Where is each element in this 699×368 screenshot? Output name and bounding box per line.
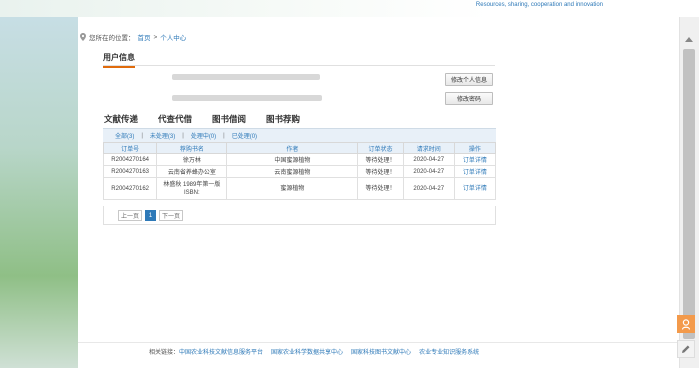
- footer-label-text: 相关链接：: [149, 350, 180, 356]
- column-header-action: 操作: [453, 142, 497, 154]
- person-icon: [681, 318, 691, 330]
- column-header-time: 请求时间: [402, 142, 455, 154]
- pencil-icon: [682, 345, 690, 353]
- footer-divider: [78, 342, 679, 343]
- order-number: R2004270163: [102, 165, 158, 178]
- table-row: R2004270162 林盛秋 1989年第一版 ISBN: 蜜源植物 等待处理…: [102, 177, 497, 200]
- breadcrumb-separator: >: [153, 33, 158, 41]
- orders-table: 订单号 荐购书名 作者 订单状态 请求时间 操作 R2004270164 徐万林…: [102, 142, 497, 200]
- pagination: 上一页 1 下一页: [103, 206, 496, 225]
- book-title: 云南省养蜂办公室: [156, 165, 228, 178]
- filter-separator: |: [223, 132, 225, 139]
- next-page-button[interactable]: 下一页: [159, 210, 183, 221]
- request-time: 2020-04-27: [402, 153, 455, 166]
- order-detail-link[interactable]: 订单详情: [453, 165, 497, 178]
- background-left: [0, 0, 78, 368]
- filter-processed[interactable]: 已处理(0): [232, 131, 257, 140]
- order-status: 等待处理！: [357, 177, 404, 200]
- order-detail-link[interactable]: 订单详情: [453, 153, 497, 166]
- book-author: 蜜源植物: [226, 177, 359, 200]
- breadcrumb: 您所在的位置： 首页 > 个人中心: [80, 32, 186, 42]
- redacted-user-field: [172, 95, 322, 101]
- request-time: 2020-04-27: [402, 165, 455, 178]
- contact-float-button[interactable]: [677, 315, 695, 333]
- column-header-title: 荐购书名: [156, 142, 228, 154]
- top-banner: Resources, sharing, cooperation and inno…: [0, 0, 699, 17]
- change-password-button[interactable]: 修改密码: [445, 92, 493, 105]
- footer-label: 相关链接：中国农业科技文献信息服务平台: [149, 347, 263, 356]
- column-header-order: 订单号: [102, 142, 158, 154]
- scroll-up-arrow-icon[interactable]: [685, 37, 693, 42]
- order-status: 等待处理！: [357, 153, 404, 166]
- order-number: R2004270164: [102, 153, 158, 166]
- breadcrumb-current[interactable]: 个人中心: [160, 32, 186, 42]
- prev-page-button[interactable]: 上一页: [118, 210, 142, 221]
- user-info-divider: [103, 65, 495, 66]
- filter-processing[interactable]: 处理中(0): [191, 131, 216, 140]
- order-detail-link[interactable]: 订单详情: [453, 177, 497, 200]
- scroll-thumb[interactable]: [683, 49, 695, 339]
- table-row: R2004270164 徐万林 中国蜜源植物 等待处理！ 2020-04-27 …: [102, 153, 497, 166]
- banner-slogan: Resources, sharing, cooperation and inno…: [475, 2, 603, 8]
- page-number-button[interactable]: 1: [145, 210, 156, 221]
- order-number: R2004270162: [102, 177, 158, 200]
- breadcrumb-home-link[interactable]: 首页: [138, 32, 151, 42]
- breadcrumb-prefix: 您所在的位置：: [89, 35, 135, 42]
- filter-separator: |: [141, 132, 143, 139]
- table-header-row: 订单号 荐购书名 作者 订单状态 请求时间 操作: [102, 142, 497, 154]
- table-row: R2004270163 云南省养蜂办公室 云南蜜源植物 等待处理！ 2020-0…: [102, 165, 497, 178]
- footer-links: 相关链接：中国农业科技文献信息服务平台 国家农业科学数据共享中心 国家科技图书文…: [149, 347, 479, 356]
- book-author: 中国蜜源植物: [226, 153, 359, 166]
- book-title: 林盛秋 1989年第一版 ISBN:: [156, 177, 228, 200]
- feedback-float-button[interactable]: [677, 340, 695, 358]
- footer-link[interactable]: 农业专业知识服务系统: [419, 347, 479, 356]
- filter-unprocessed[interactable]: 未处理(3): [150, 131, 175, 140]
- filter-separator: |: [182, 132, 184, 139]
- location-pin-icon: [80, 33, 86, 41]
- column-header-status: 订单状态: [357, 142, 404, 154]
- status-filter-bar: 全部(3) | 未处理(3) | 处理中(0) | 已处理(0): [103, 128, 496, 142]
- book-author: 云南蜜源植物: [226, 165, 359, 178]
- edit-profile-button[interactable]: 修改个人信息: [445, 73, 493, 86]
- column-header-author: 作者: [226, 142, 359, 154]
- order-status: 等待处理！: [357, 165, 404, 178]
- request-time: 2020-04-27: [402, 177, 455, 200]
- redacted-user-field: [172, 74, 320, 80]
- footer-link[interactable]: 国家农业科学数据共享中心: [271, 347, 343, 356]
- book-title: 徐万林: [156, 153, 228, 166]
- footer-link[interactable]: 国家科技图书文献中心: [351, 347, 411, 356]
- footer-link[interactable]: 中国农业科技文献信息服务平台: [179, 350, 263, 356]
- filter-all[interactable]: 全部(3): [115, 131, 134, 140]
